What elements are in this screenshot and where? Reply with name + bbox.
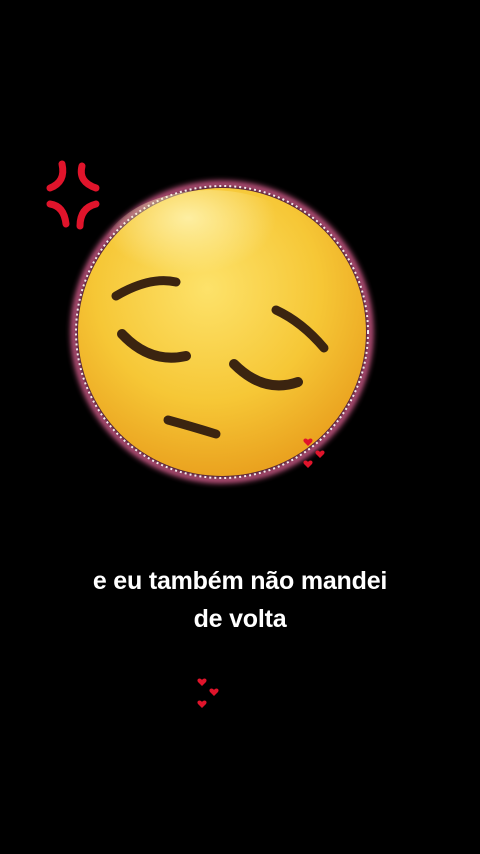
caption-line-1: e eu também não mandei [92,567,388,595]
face-highlight [100,190,320,330]
video-frame: e eu também não mandei de volta [0,0,480,854]
anger-symbol-icon [46,160,100,230]
caption-line-2: de volta [193,605,287,633]
caption: e eu também não mandei de volta [0,562,480,638]
small-hearts-icon [197,678,219,708]
